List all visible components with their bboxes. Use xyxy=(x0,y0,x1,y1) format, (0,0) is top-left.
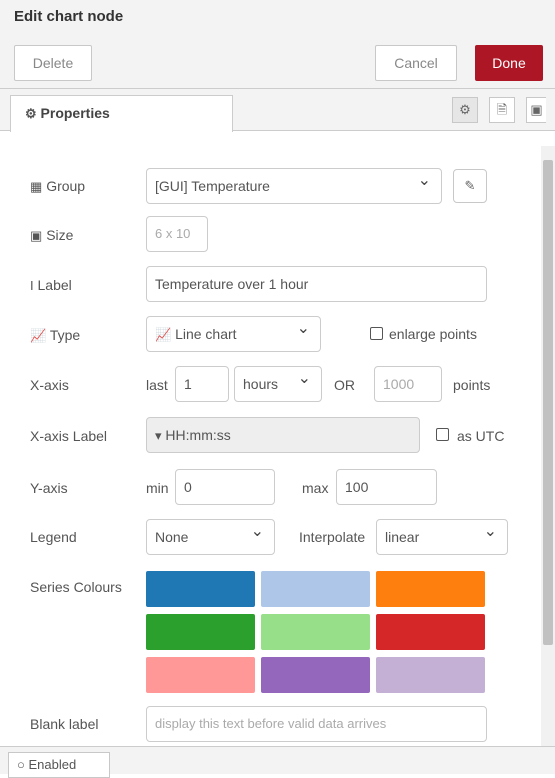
series-colour-swatch[interactable] xyxy=(261,657,370,693)
scrollbar-thumb[interactable] xyxy=(543,160,553,645)
tray-title: Edit chart node xyxy=(14,8,124,25)
done-button[interactable]: Done xyxy=(475,45,543,81)
label-label: I Label xyxy=(30,277,72,293)
gear-icon: ⚙ xyxy=(25,106,37,121)
enlarge-points-label: enlarge points xyxy=(389,326,477,342)
size-button[interactable]: 6 x 10 xyxy=(146,216,208,252)
series-colour-swatch[interactable] xyxy=(261,614,370,650)
caret-down-icon: ▾ xyxy=(155,428,162,443)
x-axis-format-label: X-axis Label xyxy=(30,428,108,444)
appearance-tab-icon[interactable]: ▣ xyxy=(526,97,546,123)
series-colour-swatch[interactable] xyxy=(146,571,255,607)
series-colour-swatch[interactable] xyxy=(376,614,485,650)
settings-tab-icon[interactable]: ⚙ xyxy=(452,97,478,123)
line-chart-icon: 📈 xyxy=(30,328,47,343)
min-label: min xyxy=(146,480,169,496)
type-select[interactable]: 📈 Line chart xyxy=(146,316,321,352)
label-input[interactable]: Temperature over 1 hour xyxy=(146,266,487,302)
last-input[interactable]: 1 xyxy=(175,366,229,402)
pencil-icon: ✎ xyxy=(464,178,476,193)
points-label: points xyxy=(453,377,491,393)
blank-label-input[interactable]: display this text before valid data arri… xyxy=(146,706,487,742)
blank-label-label: Blank label xyxy=(30,716,99,732)
x-axis-label: X-axis xyxy=(30,377,69,393)
line-chart-icon: 📈 xyxy=(155,327,172,342)
table-icon: ▦ xyxy=(30,179,43,194)
group-select[interactable]: [GUI] Temperature xyxy=(146,168,442,204)
series-colour-swatch[interactable] xyxy=(261,571,370,607)
interpolate-select[interactable]: linear xyxy=(376,519,508,555)
series-colour-swatch[interactable] xyxy=(146,614,255,650)
series-colours-label: Series Colours xyxy=(30,579,122,595)
edit-group-button[interactable]: ✎ xyxy=(453,169,487,203)
enlarge-points-checkbox[interactable] xyxy=(370,327,383,340)
text-cursor-icon: I xyxy=(30,278,34,293)
cancel-button[interactable]: Cancel xyxy=(375,45,457,81)
series-colour-swatch[interactable] xyxy=(376,657,485,693)
size-label: ▣ Size xyxy=(30,227,74,243)
series-colour-swatch[interactable] xyxy=(376,571,485,607)
points-input[interactable]: 1000 xyxy=(374,366,442,402)
tab-properties-label: Properties xyxy=(40,105,110,121)
y-axis-label: Y-axis xyxy=(30,480,68,496)
max-input[interactable]: 100 xyxy=(336,469,437,505)
legend-label: Legend xyxy=(30,529,77,545)
last-label: last xyxy=(146,377,168,393)
group-label: ▦ Group xyxy=(30,178,86,194)
delete-button[interactable]: Delete xyxy=(14,45,92,81)
as-utc-checkbox[interactable] xyxy=(436,428,449,441)
or-label: OR xyxy=(334,377,355,393)
legend-select[interactable]: None xyxy=(146,519,275,555)
as-utc-label: as UTC xyxy=(457,428,505,444)
type-label: 📈 Type xyxy=(30,327,81,343)
size-icon: ▣ xyxy=(30,228,43,243)
tab-properties[interactable]: ⚙ Properties xyxy=(10,95,233,132)
circle-icon: ○ xyxy=(17,757,25,772)
interpolate-label: Interpolate xyxy=(299,529,366,545)
x-axis-format-input[interactable]: ▾ HH:mm:ss xyxy=(146,417,420,453)
units-select[interactable]: hours xyxy=(234,366,322,402)
min-input[interactable]: 0 xyxy=(175,469,275,505)
enabled-toggle[interactable]: ○ Enabled xyxy=(8,752,110,778)
max-label: max xyxy=(302,480,329,496)
series-colour-swatch[interactable] xyxy=(146,657,255,693)
description-tab-icon[interactable]: 🗎 xyxy=(489,97,515,123)
